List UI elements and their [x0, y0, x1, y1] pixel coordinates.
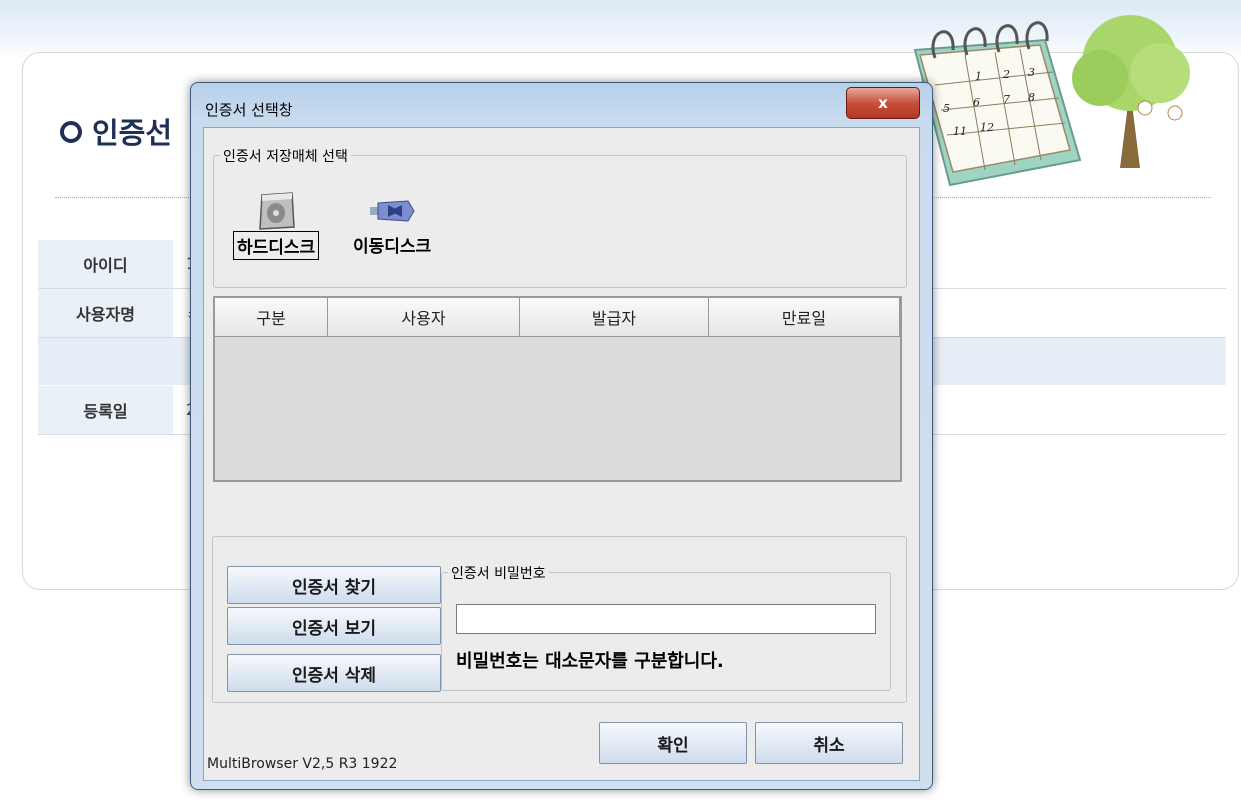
media-label: 하드디스크	[233, 231, 320, 260]
table-header-cell[interactable]: 발급자	[520, 298, 709, 336]
table-header-cell[interactable]: 구분	[215, 298, 328, 336]
table-header-cell[interactable]: 사용자	[328, 298, 520, 336]
calendar-number: 6	[973, 96, 980, 109]
table-header-cell[interactable]: 만료일	[709, 298, 900, 336]
calendar-number: 7	[1003, 93, 1010, 106]
certificate-table[interactable]: 구분 사용자 발급자 만료일	[213, 296, 902, 482]
row-label: 아이디	[38, 240, 173, 288]
page-title: 인증선	[60, 110, 172, 152]
hard-disk-icon	[259, 192, 295, 230]
calendar-number: 3	[1028, 66, 1035, 79]
calendar-number: 8	[1028, 91, 1035, 104]
ok-button[interactable]: 확인	[599, 722, 747, 764]
row-label: 등록일	[38, 386, 173, 434]
version-label: MultiBrowser V2,5 R3 1922	[207, 756, 398, 772]
row-label: 사용자명	[38, 289, 173, 337]
group-title: 인증서 비밀번호	[448, 563, 549, 583]
calendar-number: 11	[953, 125, 967, 138]
tree-illustration	[1072, 15, 1190, 168]
media-hard-disk[interactable]: 하드디스크	[233, 191, 320, 260]
calendar-number: 1	[975, 70, 982, 83]
find-certificate-button[interactable]: 인증서 찾기	[227, 566, 441, 604]
calendar-number: 12	[980, 121, 994, 134]
view-certificate-button[interactable]: 인증서 보기	[227, 607, 441, 645]
calendar-number: 5	[943, 102, 950, 115]
calendar-number: 2	[1002, 68, 1010, 81]
media-label: 이동디스크	[353, 237, 432, 257]
dialog-title: 인증서 선택창	[205, 101, 293, 119]
certificate-select-dialog: 인증서 선택창 x 인증서 저장매체 선택 하드디스크 이동디스크 구분 사용자…	[190, 82, 933, 790]
close-icon: x	[878, 94, 888, 112]
delete-certificate-button[interactable]: 인증서 삭제	[227, 654, 441, 692]
page-title-text: 인증선	[92, 116, 173, 150]
certificate-actions-group: 인증서 찾기 인증서 보기 인증서 삭제 인증서 비밀번호 비밀번호는 대소문자…	[212, 536, 907, 703]
storage-media-group: 인증서 저장매체 선택 하드디스크 이동디스크	[213, 146, 907, 288]
usb-drive-icon	[370, 200, 415, 222]
media-removable-disk[interactable]: 이동디스크	[350, 191, 434, 258]
password-hint: 비밀번호는 대소문자를 구분합니다.	[456, 651, 724, 672]
password-input[interactable]	[456, 604, 876, 634]
cancel-button[interactable]: 취소	[755, 722, 903, 764]
group-title: 인증서 저장매체 선택	[220, 146, 351, 166]
table-header: 구분 사용자 발급자 만료일	[215, 298, 900, 337]
password-group: 인증서 비밀번호 비밀번호는 대소문자를 구분합니다.	[441, 563, 891, 691]
dialog-client-area: 인증서 저장매체 선택 하드디스크 이동디스크 구분 사용자 발급자 만료일 인…	[203, 127, 920, 781]
circle-bullet-icon	[60, 121, 82, 143]
close-button[interactable]: x	[846, 87, 920, 119]
